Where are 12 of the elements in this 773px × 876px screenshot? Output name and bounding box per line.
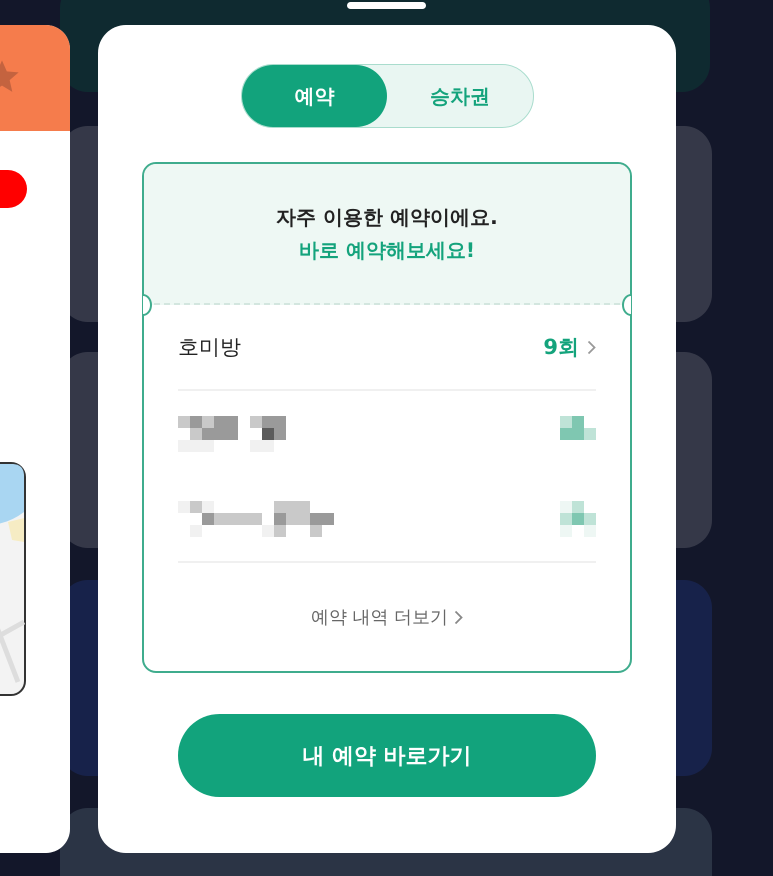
ticket-heading: 자주 이용한 예약이에요. [276, 204, 498, 230]
chevron-right-icon [454, 610, 464, 624]
drag-handle[interactable] [347, 2, 426, 9]
reservation-row[interactable]: 호미방 9회 [178, 305, 596, 391]
route-name: 호미방 [178, 334, 241, 361]
tab[interactable]: 승차권 [387, 65, 532, 127]
my-reservations-button[interactable]: 내 예약 바로가기 [178, 714, 596, 797]
tab[interactable]: 예약 [242, 65, 387, 127]
ticket-subheading: 바로 예약해보세요! [298, 236, 476, 264]
usage-count: 9회 [543, 334, 579, 361]
chevron-right-icon [587, 340, 596, 354]
more-history-link[interactable]: 예약 내역 더보기 [310, 605, 448, 629]
